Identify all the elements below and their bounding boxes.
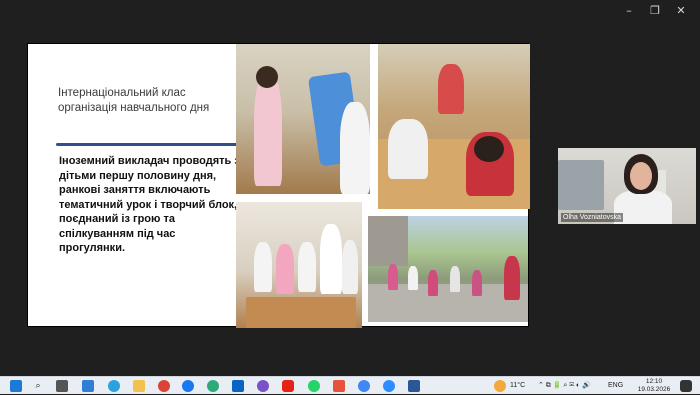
- viber-icon[interactable]: [257, 380, 269, 392]
- shared-slide: Інтернаціональний клас організація навча…: [27, 43, 530, 328]
- notification-icon[interactable]: [680, 380, 692, 392]
- file-explorer-icon[interactable]: [133, 380, 145, 392]
- zoom-meeting-window: – ❐ ✕ Інтернаціональний клас організація…: [0, 0, 700, 376]
- windows-taskbar: ⌕ 11°C ⌃ ⧉ 🔋 ⌕ ✉ ◐ 🔊 ENG 12:10 19.03.202…: [0, 376, 700, 394]
- whatsapp-icon[interactable]: [308, 380, 320, 392]
- photo-children-with-blocks: [236, 202, 362, 328]
- slide-body-text: Іноземний викладач проводять з дітьми пе…: [59, 155, 240, 254]
- participant-name-label: Olha Vozniatovska: [561, 213, 623, 222]
- task-view-icon[interactable]: [56, 380, 68, 392]
- photo-girl-with-drawing: [236, 44, 370, 194]
- windows-start-icon[interactable]: [10, 380, 22, 392]
- search-icon[interactable]: ⌕: [32, 380, 44, 392]
- close-button[interactable]: ✕: [668, 4, 694, 18]
- photo-children-writing: [378, 44, 530, 209]
- facebook-icon[interactable]: [182, 380, 194, 392]
- store-icon[interactable]: [333, 380, 345, 392]
- youtube-icon[interactable]: [282, 380, 294, 392]
- chrome-profile-icon[interactable]: [358, 380, 370, 392]
- maximize-button[interactable]: ❐: [642, 4, 668, 18]
- clock-time: 12:10: [645, 378, 663, 385]
- chrome-icon[interactable]: [158, 380, 170, 392]
- telegram-icon[interactable]: [108, 380, 120, 392]
- taskbar-clock[interactable]: 12:10 19.03.2026: [634, 378, 674, 394]
- participant-video-tile[interactable]: Olha Vozniatovska: [558, 148, 696, 224]
- tray-icons[interactable]: ⌃ ⧉ 🔋 ⌕ ✉ ◐ 🔊: [538, 377, 591, 395]
- slide-title: Інтернаціональний клас організація навча…: [58, 87, 210, 114]
- weather-temperature[interactable]: 11°C: [510, 377, 525, 395]
- edge-icon[interactable]: [207, 380, 219, 392]
- widgets-icon[interactable]: [82, 380, 94, 392]
- window-controls: – ❐ ✕: [616, 4, 694, 18]
- outlook-icon[interactable]: [232, 380, 244, 392]
- clock-date: 19.03.2026: [637, 386, 671, 393]
- minimize-button[interactable]: –: [616, 4, 642, 18]
- zoom-icon[interactable]: [383, 380, 395, 392]
- photo-playground: [368, 216, 528, 322]
- word-icon[interactable]: [408, 380, 420, 392]
- weather-icon[interactable]: [494, 380, 506, 392]
- slide-accent-line: [56, 143, 246, 146]
- language-indicator[interactable]: ENG: [608, 377, 623, 395]
